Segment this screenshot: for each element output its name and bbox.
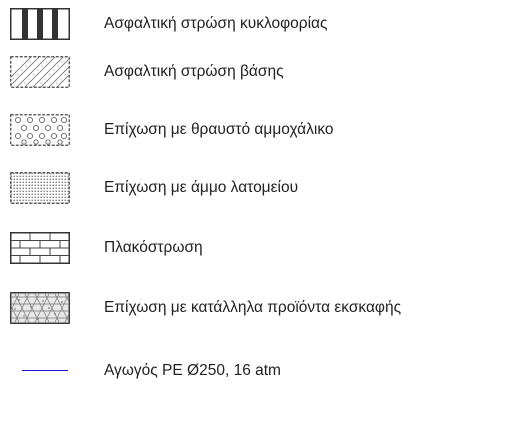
vertical-stripes-hatch-icon	[10, 8, 70, 40]
legend-label: Αγωγός PE Ø250, 16 atm	[104, 362, 281, 379]
blue-line-icon	[22, 370, 68, 371]
legend-label: Ασφαλτική στρώση κυκλοφορίας	[104, 15, 328, 32]
legend-item-excavation-backfill: Επίχωση με κατάλληλα προϊόντα εκσκαφής	[0, 286, 528, 330]
legend-item-pe-pipe: Αγωγός PE Ø250, 16 atm	[0, 349, 528, 393]
legend-label: Επίχωση με κατάλληλα προϊόντα εκσκαφής	[104, 299, 402, 316]
diagonal-hatch-icon	[10, 56, 70, 88]
legend-label: Πλακόστρωση	[104, 239, 203, 256]
legend-label: Ασφαλτική στρώση βάσης	[104, 63, 284, 80]
legend-item-crushed-gravel-backfill: Επίχωση με θραυστό αμμοχάλικο	[0, 108, 528, 152]
legend-item-asphalt-base-layer: Ασφαλτική στρώση βάσης	[0, 50, 528, 94]
legend-label: Επίχωση με άμμο λατομείου	[104, 179, 299, 196]
fine-dots-hatch-icon	[10, 172, 70, 204]
legend-label: Επίχωση με θραυστό αμμοχάλικο	[104, 121, 334, 138]
legend-item-paving: Πλακόστρωση	[0, 226, 528, 270]
legend: Ασφαλτική στρώση κυκλοφορίας Ασφαλτική σ…	[0, 0, 528, 424]
brick-hatch-icon	[10, 232, 70, 264]
legend-item-asphalt-traffic-layer: Ασφαλτική στρώση κυκλοφορίας	[0, 2, 528, 46]
gravel-circles-hatch-icon	[10, 114, 70, 146]
triangle-mesh-hatch-icon	[10, 292, 70, 324]
legend-item-quarry-sand-backfill: Επίχωση με άμμο λατομείου	[0, 166, 528, 210]
